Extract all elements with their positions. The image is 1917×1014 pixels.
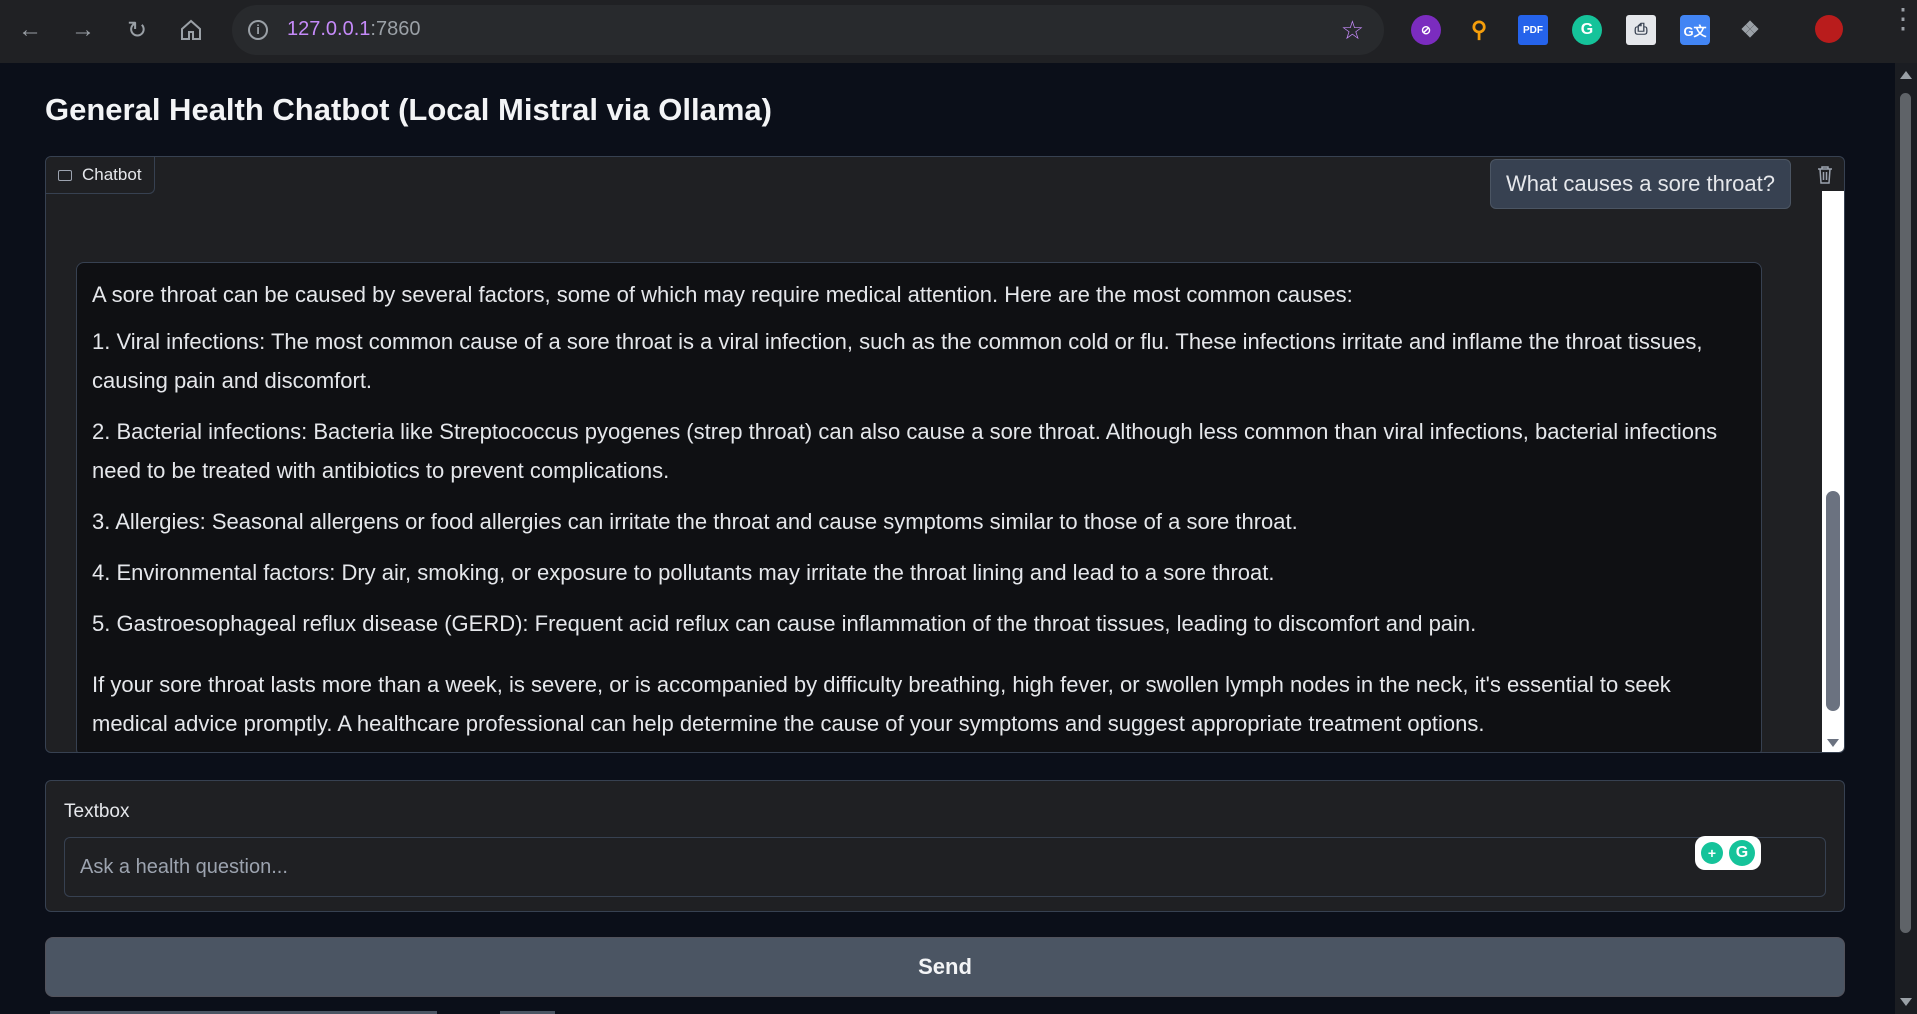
url-text[interactable]: 127.0.0.1:7860 xyxy=(287,18,420,41)
chatbot-label-text: Chatbot xyxy=(82,165,142,184)
grammarly-widget[interactable]: + G xyxy=(1695,836,1761,870)
printer-extension-icon[interactable]: ⎙ xyxy=(1626,15,1656,45)
chat-scrollbar[interactable] xyxy=(1822,191,1844,752)
chat-bubble-icon xyxy=(58,169,72,181)
chatbot-panel: Chatbot What causes a sore throat? A sor… xyxy=(45,156,1845,753)
pdf-extension-icon[interactable]: PDF xyxy=(1518,15,1548,45)
user-message: What causes a sore throat? xyxy=(1489,159,1791,209)
bot-message-item: 3. Allergies: Seasonal allergens or food… xyxy=(92,509,1298,534)
key-extension-icon[interactable]: ⚲ xyxy=(1464,15,1494,45)
bot-message-item: 5. Gastroesophageal reflux disease (GERD… xyxy=(92,611,1477,636)
address-bar[interactable]: i 127.0.0.1:7860 ☆ xyxy=(232,5,1384,55)
bot-message-item: 1. Viral infections: The most common cau… xyxy=(92,329,1703,393)
bot-message-item: 4. Environmental factors: Dry air, smoki… xyxy=(92,560,1275,585)
site-info-icon[interactable]: i xyxy=(248,20,268,40)
grammarly-extension-icon[interactable]: G xyxy=(1572,15,1602,45)
chat-scroll-down-icon[interactable] xyxy=(1827,739,1839,747)
translate-extension-icon[interactable]: G文 xyxy=(1680,15,1710,45)
page-scrollbar-thumb[interactable] xyxy=(1900,93,1911,933)
browser-toolbar: ← → ↻ i 127.0.0.1:7860 ☆ ⊘ ⚲ PDF G ⎙ G文 … xyxy=(0,0,1917,64)
bot-message-intro: A sore throat can be caused by several f… xyxy=(92,282,1353,307)
url-port: :7860 xyxy=(370,18,421,40)
bot-message: A sore throat can be caused by several f… xyxy=(76,262,1762,752)
blocker-extension-icon[interactable]: ⊘ xyxy=(1411,15,1441,45)
browser-menu-icon[interactable]: ⋮ xyxy=(1889,5,1917,33)
textbox-label: Textbox xyxy=(64,801,130,822)
scroll-up-icon[interactable] xyxy=(1900,71,1912,79)
bot-message-outro: If your sore throat lasts more than a we… xyxy=(92,672,1671,736)
send-button[interactable]: Send xyxy=(45,937,1845,997)
bookmark-star-icon[interactable]: ☆ xyxy=(1341,15,1364,46)
profile-avatar[interactable] xyxy=(1815,15,1843,43)
home-icon[interactable] xyxy=(173,12,209,48)
textbox-block: Textbox xyxy=(45,780,1845,912)
extensions-puzzle-icon[interactable]: ❖ xyxy=(1735,15,1765,45)
chatbot-label: Chatbot xyxy=(46,157,155,194)
reload-icon[interactable]: ↻ xyxy=(119,12,155,48)
grammarly-icon[interactable]: G xyxy=(1729,840,1755,866)
grammarly-plus-icon[interactable]: + xyxy=(1701,842,1723,864)
page-title: General Health Chatbot (Local Mistral vi… xyxy=(45,92,772,127)
scroll-down-icon[interactable] xyxy=(1900,998,1912,1006)
bot-message-item: 2. Bacterial infections: Bacteria like S… xyxy=(92,419,1718,483)
forward-icon[interactable]: → xyxy=(65,12,101,48)
health-question-input[interactable] xyxy=(64,837,1826,897)
page-scrollbar[interactable] xyxy=(1895,63,1917,1014)
chat-scrollbar-thumb[interactable] xyxy=(1826,491,1840,711)
url-host: 127.0.0.1 xyxy=(287,18,371,40)
clear-chat-trash-icon[interactable] xyxy=(1812,161,1838,189)
back-icon[interactable]: ← xyxy=(12,12,48,48)
